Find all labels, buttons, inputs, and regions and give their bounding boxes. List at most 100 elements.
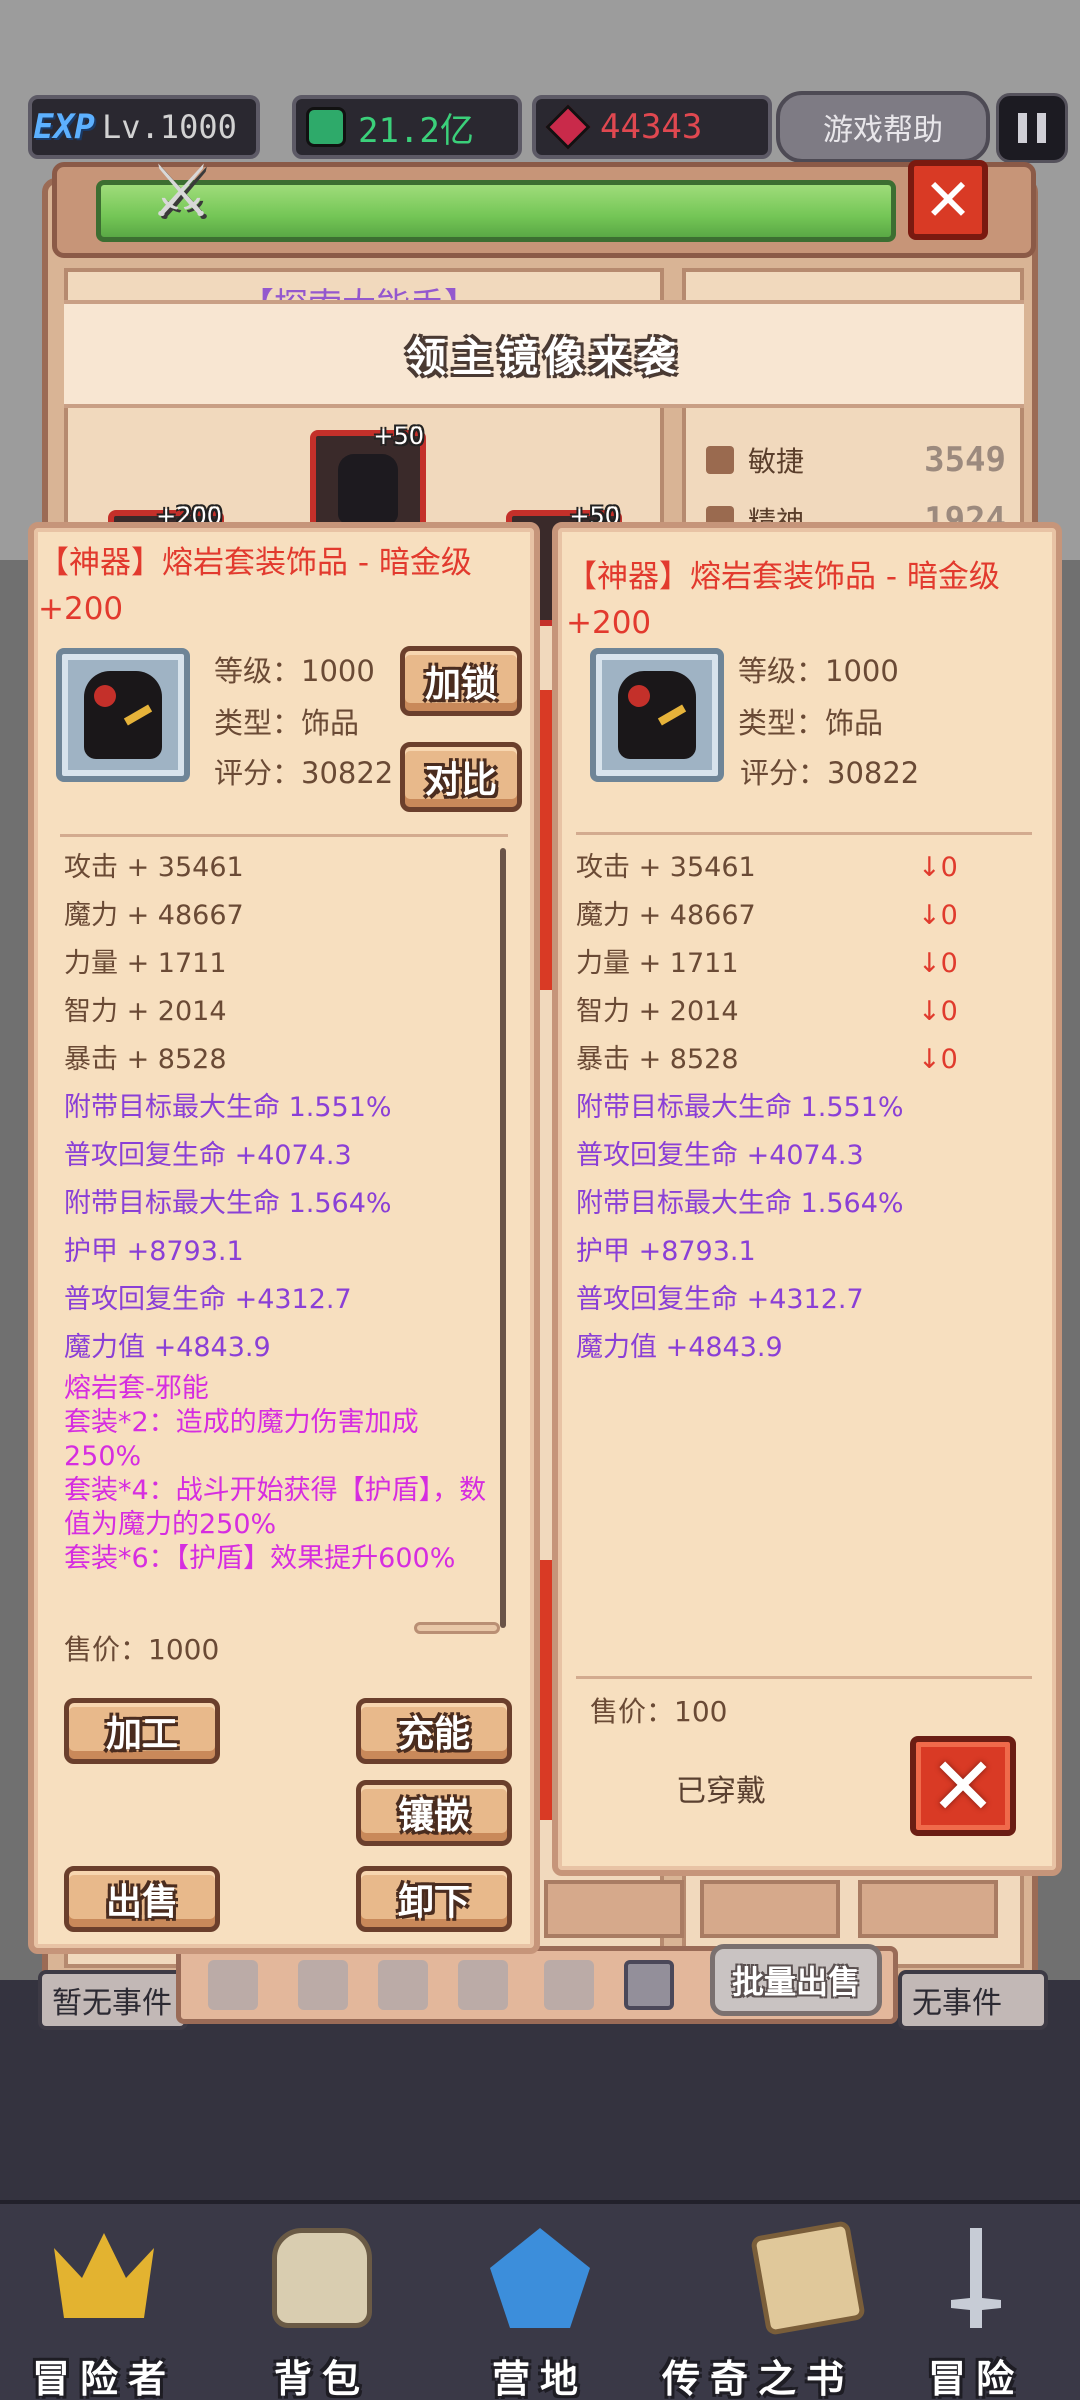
extra-attr: 魔力值 +4843.9 xyxy=(576,1332,783,1363)
item-enhance: +200 xyxy=(566,605,652,641)
sell-price: 售价：1000 xyxy=(64,1633,220,1666)
compare-button[interactable]: 对比 xyxy=(400,742,522,812)
slot-enhance: +50 xyxy=(373,422,424,450)
base-attr: 力量 + 1711 xyxy=(64,948,227,979)
set-bonus-block: 熔岩套-邪能 套装*2：造成的魔力伤害加成250% 套装*4：战斗开始获得【护盾… xyxy=(64,1372,494,1576)
diff-indicator: ↓0 xyxy=(918,996,958,1027)
camp-icon xyxy=(490,2228,590,2328)
lock-button[interactable]: 加锁 xyxy=(400,646,522,716)
nav-legend-book[interactable]: 传奇之书 xyxy=(658,2220,866,2400)
inventory-cell[interactable] xyxy=(544,1880,684,1938)
dungeon-close-button[interactable]: ✕ xyxy=(908,160,988,240)
help-button[interactable]: 游戏帮助 xyxy=(776,91,990,163)
extra-attr: 护甲 +8793.1 xyxy=(64,1236,244,1267)
inlay-button[interactable]: 镶嵌 xyxy=(356,1780,512,1846)
set-effect: 套装*4：战斗开始获得【护盾】，数值为魔力的250% xyxy=(64,1475,487,1540)
base-attr: 暴击 + 8528 xyxy=(64,1044,227,1075)
book-icon xyxy=(750,2220,866,2336)
base-attr: 暴击 + 8528 xyxy=(576,1044,739,1075)
extra-attr: 附带目标最大生命 1.551% xyxy=(576,1092,904,1123)
chest-tab-icon[interactable] xyxy=(458,1960,508,2010)
divider xyxy=(576,832,1032,835)
item-score: 评分：30822 xyxy=(214,756,394,790)
charge-button[interactable]: 充能 xyxy=(356,1698,512,1764)
lava-glove-icon xyxy=(84,671,162,759)
gem-value: 44343 xyxy=(600,107,703,147)
item-type: 类型：饰品 xyxy=(738,706,884,740)
close-popup-button[interactable]: ✕ xyxy=(910,1736,1016,1836)
set-effect: 套装*6：【护盾】效果提升600% xyxy=(64,1543,456,1574)
crown-icon xyxy=(54,2233,154,2318)
extra-attr: 普攻回复生命 +4312.7 xyxy=(576,1284,864,1315)
left-attribute-list: 攻击 + 35461 魔力 + 48667 力量 + 1711 智力 + 201… xyxy=(64,844,494,1576)
scroll-handle[interactable] xyxy=(414,1622,500,1634)
process-button[interactable]: 加工 xyxy=(64,1698,220,1764)
event-status-right: 无事件 xyxy=(898,1970,1048,2030)
nav-camp[interactable]: 营地 xyxy=(440,2228,640,2400)
nav-label: 冒险 xyxy=(927,2357,1024,2400)
nav-label: 冒险者 xyxy=(31,2357,176,2400)
extra-attr: 附带目标最大生命 1.551% xyxy=(64,1092,392,1123)
gold-value: 21.2亿 xyxy=(358,110,474,151)
event-banner: 领主镜像来袭 xyxy=(64,300,1024,408)
glove-icon xyxy=(338,454,398,524)
item-level: 等级：1000 xyxy=(214,654,375,688)
pause-icon xyxy=(1018,113,1027,143)
item-type: 类型：饰品 xyxy=(214,706,360,740)
red-gem-icon xyxy=(545,104,591,150)
extra-attr: 附带目标最大生命 1.564% xyxy=(576,1188,904,1219)
nav-backpack[interactable]: 背包 xyxy=(222,2228,422,2400)
base-attr: 智力 + 2014 xyxy=(64,996,227,1027)
weapon-tab-icon[interactable] xyxy=(208,1960,258,2010)
item-icon xyxy=(56,648,190,782)
lava-glove-icon xyxy=(618,671,696,759)
diff-indicator: ↓0 xyxy=(918,900,958,931)
set-name: 熔岩套-邪能 xyxy=(64,1373,209,1404)
item-score: 评分：30822 xyxy=(740,756,920,790)
event-status-left: 暂无事件 xyxy=(38,1970,188,2030)
diff-indicator: ↓0 xyxy=(918,852,958,883)
crossed-swords-icon: ⚔ xyxy=(148,149,214,233)
item-name: 【神器】熔岩套装饰品 - 暗金级 xyxy=(38,545,472,581)
right-attribute-list: 攻击 + 35461 魔力 + 48667 力量 + 1711 智力 + 201… xyxy=(576,844,904,1372)
item-enhance: +200 xyxy=(38,591,124,627)
armor-tab-icon[interactable] xyxy=(298,1960,348,2010)
attribute-scrollbar[interactable] xyxy=(500,848,506,1628)
nav-adventure[interactable]: 冒险 xyxy=(876,2228,1076,2400)
item-title: 【神器】熔岩套装饰品 - 暗金级 +200 xyxy=(38,540,518,632)
nav-label: 传奇之书 xyxy=(661,2357,854,2400)
equipped-status: 已穿戴 xyxy=(676,1774,766,1809)
stat-name: 敏捷 xyxy=(748,445,805,478)
base-attr: 力量 + 1711 xyxy=(576,948,739,979)
inventory-cell[interactable] xyxy=(700,1880,840,1938)
accessory-tab-icon[interactable] xyxy=(624,1960,674,2010)
sell-button[interactable]: 出售 xyxy=(64,1866,220,1932)
event-text: 暂无事件 xyxy=(52,1986,172,2021)
bulk-sell-button[interactable]: 批量出售 xyxy=(710,1944,882,2016)
base-attr: 魔力 + 48667 xyxy=(576,900,756,931)
nav-adventurer[interactable]: 冒险者 xyxy=(4,2228,204,2400)
pause-button[interactable] xyxy=(996,93,1068,163)
agility-icon xyxy=(706,446,734,474)
nav-label: 背包 xyxy=(273,2357,370,2400)
extra-attr: 普攻回复生命 +4074.3 xyxy=(64,1140,352,1171)
pants-tab-icon[interactable] xyxy=(544,1960,594,2010)
item-name: 【神器】熔岩套装饰品 - 暗金级 xyxy=(566,559,1000,595)
green-gem-icon xyxy=(306,107,346,147)
event-text: 无事件 xyxy=(912,1986,1002,2021)
sword-icon xyxy=(951,2228,1001,2328)
helmet-tab-icon[interactable] xyxy=(378,1960,428,2010)
base-attr: 智力 + 2014 xyxy=(576,996,739,1027)
extra-attr: 魔力值 +4843.9 xyxy=(64,1332,271,1363)
diff-indicator: ↓0 xyxy=(918,1044,958,1075)
set-effect: 套装*2：造成的魔力伤害加成250% xyxy=(64,1407,419,1472)
compare-diff-column: ↓0 ↓0 ↓0 ↓0 ↓0 xyxy=(918,844,958,1084)
unequip-button[interactable]: 卸下 xyxy=(356,1866,512,1932)
inventory-cell[interactable] xyxy=(858,1880,998,1938)
divider xyxy=(576,1676,1032,1679)
divider xyxy=(60,834,508,837)
nav-label: 营地 xyxy=(491,2357,588,2400)
equipped-item-title: 【神器】熔岩套装饰品 - 暗金级 +200 xyxy=(566,554,1052,646)
gem-display: 44343 xyxy=(532,95,772,159)
stat-row: 敏捷 3549 xyxy=(700,434,1020,486)
